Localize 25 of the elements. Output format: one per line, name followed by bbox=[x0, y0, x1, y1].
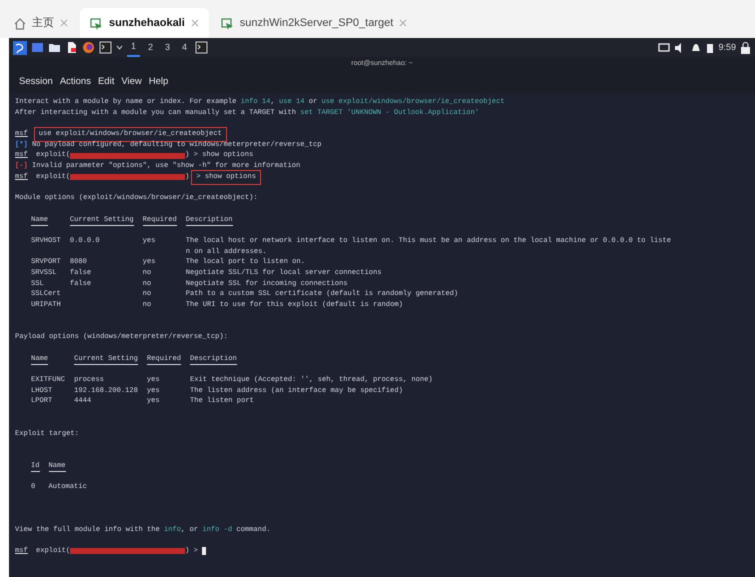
menu-item[interactable]: Actions bbox=[60, 74, 91, 90]
desktop-icon[interactable] bbox=[31, 41, 44, 54]
browser-icon[interactable] bbox=[82, 41, 95, 54]
menu-item[interactable]: Help bbox=[148, 74, 168, 90]
workspace-button[interactable]: 3 bbox=[161, 39, 174, 56]
lock-icon[interactable] bbox=[740, 42, 751, 54]
menu-item[interactable]: View bbox=[121, 74, 142, 90]
vm-icon bbox=[220, 16, 234, 30]
browser-tab[interactable]: sunzhWin2kServer_SP0_target bbox=[210, 8, 418, 38]
terminal-icon[interactable] bbox=[195, 41, 208, 54]
workspace-button[interactable]: 4 bbox=[178, 39, 192, 56]
home-icon bbox=[13, 16, 26, 30]
workspace-button[interactable]: 2 bbox=[144, 39, 158, 56]
terminal-icon[interactable] bbox=[99, 41, 112, 54]
browser-tab[interactable]: sunzhehaokali bbox=[80, 8, 209, 38]
battery-icon[interactable] bbox=[706, 42, 714, 54]
menu-item[interactable]: Session bbox=[19, 74, 53, 90]
menu-item[interactable]: Edit bbox=[98, 74, 114, 90]
display-icon[interactable] bbox=[658, 42, 670, 54]
bell-icon[interactable] bbox=[690, 42, 702, 54]
vm-icon bbox=[90, 16, 103, 30]
clock-text[interactable]: 9:59 bbox=[718, 40, 736, 54]
document-icon[interactable] bbox=[65, 41, 78, 54]
browser-tab[interactable]: 主页 bbox=[3, 8, 78, 38]
folder-icon[interactable] bbox=[48, 41, 61, 54]
